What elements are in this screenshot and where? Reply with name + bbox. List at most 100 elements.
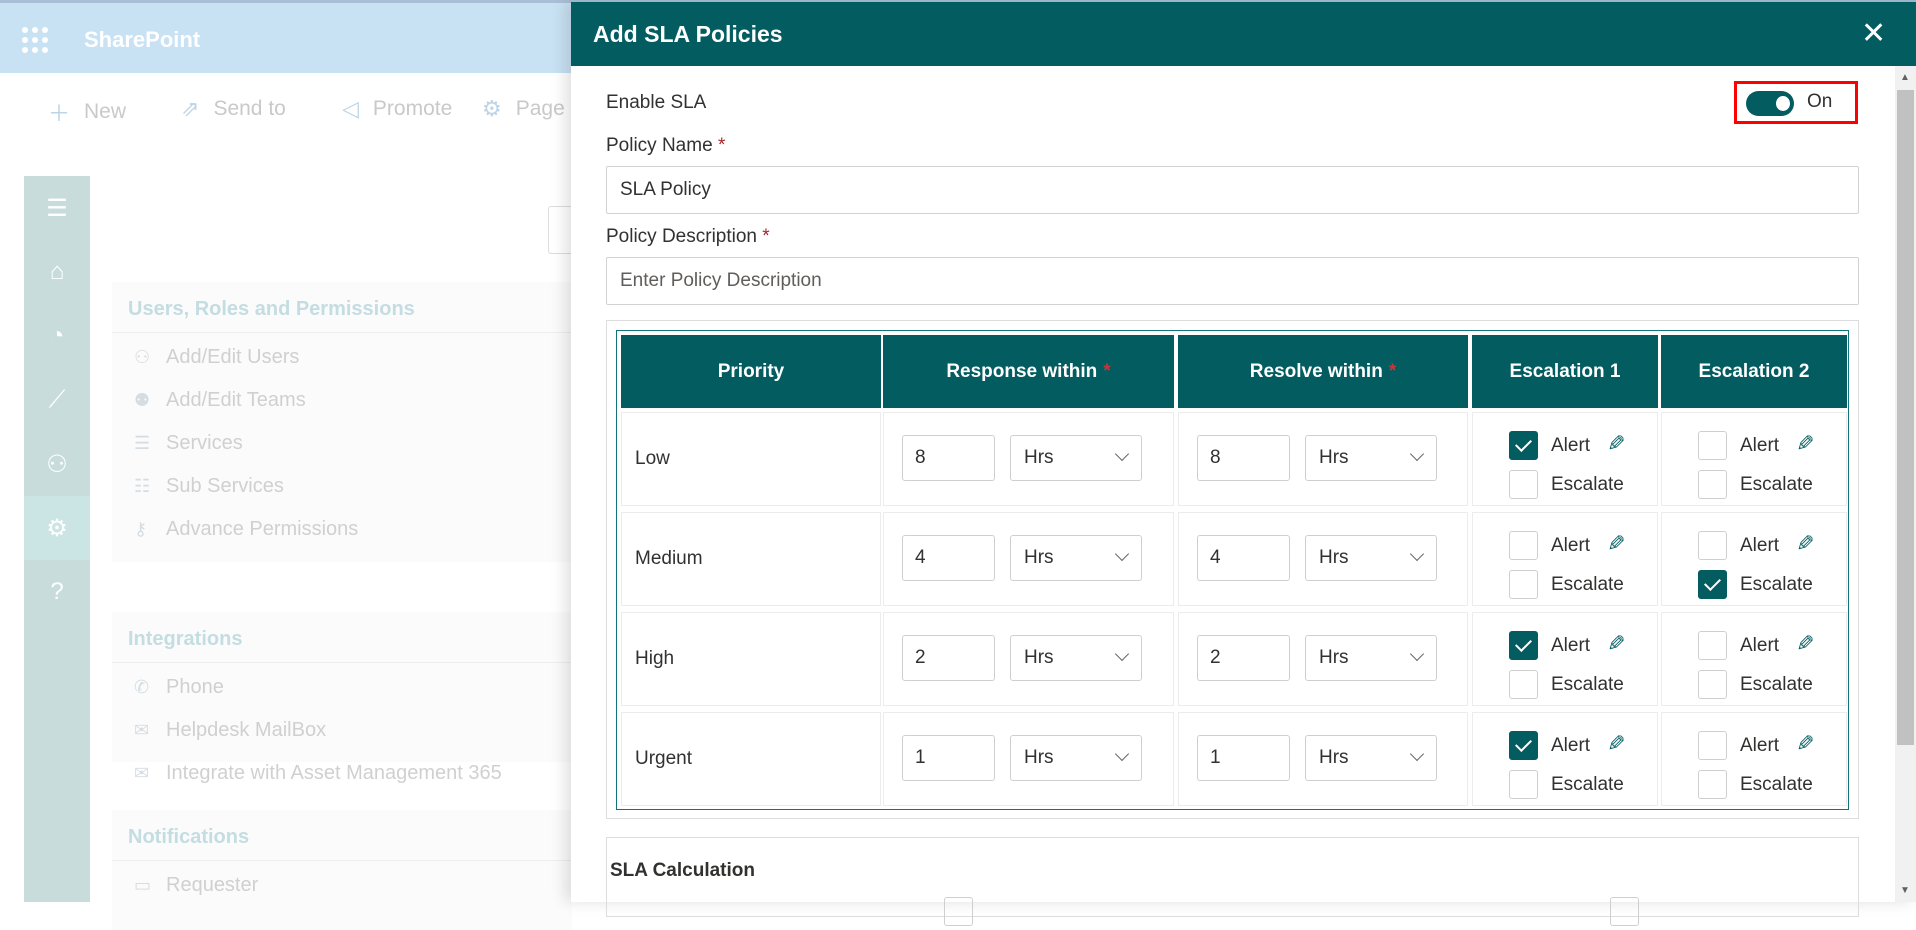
scrollbar-thumb[interactable]	[1897, 90, 1914, 745]
section-link[interactable]: ⚷ Advance Permissions	[134, 518, 358, 541]
response-value-input[interactable]: 4	[902, 535, 995, 581]
escalation-1-alert-checkbox[interactable]	[1509, 731, 1538, 760]
escalation-1-alert-checkbox[interactable]	[1509, 531, 1538, 560]
enable-sla-toggle[interactable]	[1746, 91, 1794, 116]
resolve-unit-dropdown[interactable]: Hrs	[1305, 735, 1437, 781]
escalation-1-escalate-checkbox[interactable]	[1509, 470, 1538, 499]
home-icon[interactable]: ⌂	[24, 240, 90, 304]
priority-label: Low	[635, 448, 670, 469]
response-value-input[interactable]: 8	[902, 435, 995, 481]
section-link-label: Requester	[166, 874, 259, 896]
escalation-1-escalate-checkbox[interactable]	[1509, 770, 1538, 799]
edit-pencil-icon[interactable]: ✎	[1796, 629, 1814, 658]
section-link[interactable]: ▭ Requester	[134, 874, 258, 897]
dropdown-value: Hrs	[1319, 547, 1349, 568]
response-unit-dropdown[interactable]: Hrs	[1010, 635, 1142, 681]
gear-icon[interactable]: ⚙	[24, 496, 90, 560]
section-link-label: Add/Edit Users	[166, 346, 300, 368]
resolve-value-input[interactable]: 4	[1197, 535, 1290, 581]
escalation-2-escalate-checkbox[interactable]	[1698, 770, 1727, 799]
section-link[interactable]: ✉ Helpdesk MailBox	[134, 719, 326, 742]
response-value-input[interactable]: 1	[902, 735, 995, 781]
section-link-label: Integrate with Asset Management 365	[166, 762, 502, 784]
edit-pencil-icon[interactable]: ✎	[1607, 729, 1625, 758]
panel-scrollbar[interactable]: ▲ ▼	[1895, 66, 1916, 902]
resolve-value-input[interactable]: 2	[1197, 635, 1290, 681]
sla-calculation-label: SLA Calculation	[610, 860, 755, 881]
promote-button[interactable]: ◁ Promote	[342, 96, 452, 122]
section-link[interactable]: ✆ Phone	[134, 676, 224, 699]
mail-icon: ✉	[134, 720, 150, 740]
resolve-unit-dropdown[interactable]: Hrs	[1305, 635, 1437, 681]
teams-icon: ⚉	[134, 390, 151, 410]
page-button[interactable]: ⚙ Page	[482, 96, 565, 122]
required-mark: *	[1103, 360, 1111, 382]
resolve-unit-dropdown[interactable]: Hrs	[1305, 535, 1437, 581]
escalation-1-alert-checkbox[interactable]	[1509, 431, 1538, 460]
chart-icon[interactable]: ⟋	[24, 368, 90, 432]
escalation-2-alert-checkbox[interactable]	[1698, 531, 1727, 560]
dashboard-icon[interactable]: ◔	[24, 304, 90, 368]
section-link[interactable]: ☷ Sub Services	[134, 475, 284, 498]
section-link[interactable]: ⚇ Add/Edit Users	[134, 346, 299, 369]
table-cell-resolve-within: 8 Hrs	[1178, 412, 1468, 506]
response-unit-dropdown[interactable]: Hrs	[1010, 535, 1142, 581]
section-link-label: Sub Services	[166, 475, 284, 497]
section-title: Integrations	[128, 628, 243, 650]
toggle-state-label: On	[1807, 91, 1833, 112]
plus-icon: ＋	[48, 101, 71, 126]
response-unit-dropdown[interactable]: Hrs	[1010, 735, 1142, 781]
alert-label: Alert	[1740, 735, 1780, 756]
section-divider	[112, 860, 572, 861]
escalation-1-escalate-checkbox[interactable]	[1509, 570, 1538, 599]
table-cell-priority: High	[621, 612, 881, 706]
escalation-2-escalate-checkbox[interactable]	[1698, 470, 1727, 499]
escalation-1-alert-checkbox[interactable]	[1509, 631, 1538, 660]
edit-pencil-icon[interactable]: ✎	[1607, 629, 1625, 658]
scroll-down-icon[interactable]: ▼	[1900, 885, 1910, 896]
section-link[interactable]: ✉ Integrate with Asset Management 365	[134, 762, 502, 785]
user-group-icon[interactable]: ⚇	[24, 432, 90, 496]
gear-icon: ⚙	[482, 96, 502, 121]
sla-calculation-checkbox[interactable]	[1610, 897, 1639, 926]
column-header-label: Escalation 1	[1509, 360, 1621, 382]
app-title[interactable]: SharePoint	[84, 27, 200, 53]
alert-label: Alert	[1740, 435, 1780, 456]
settings-section: Notifications ▭ Requester	[112, 810, 572, 930]
panel-title: Add SLA Policies	[593, 21, 783, 47]
edit-pencil-icon[interactable]: ✎	[1607, 429, 1625, 458]
left-rail: ☰ ⌂ ◔ ⟋ ⚇ ⚙ ?	[24, 176, 90, 902]
megaphone-icon: ◁	[342, 96, 359, 121]
resolve-value-input[interactable]: 8	[1197, 435, 1290, 481]
new-button[interactable]: ＋ New	[48, 96, 126, 128]
table-cell-priority: Medium	[621, 512, 881, 606]
escalation-2-alert-checkbox[interactable]	[1698, 631, 1727, 660]
section-title: Users, Roles and Permissions	[128, 298, 415, 320]
escalation-2-escalate-checkbox[interactable]	[1698, 670, 1727, 699]
resolve-value-input[interactable]: 1	[1197, 735, 1290, 781]
escalation-2-alert-checkbox[interactable]	[1698, 731, 1727, 760]
edit-pencil-icon[interactable]: ✎	[1796, 729, 1814, 758]
edit-pencil-icon[interactable]: ✎	[1796, 529, 1814, 558]
escalation-2-alert-checkbox[interactable]	[1698, 431, 1727, 460]
section-link[interactable]: ☰ Services	[134, 432, 243, 455]
close-icon[interactable]: ✕	[1861, 16, 1886, 51]
policy-name-label-text: Policy Name	[606, 135, 713, 156]
resolve-unit-dropdown[interactable]: Hrs	[1305, 435, 1437, 481]
app-launcher-icon[interactable]	[22, 27, 48, 53]
table-cell-escalation-2: Alert Escalate ✎	[1661, 612, 1847, 706]
response-value-input[interactable]: 2	[902, 635, 995, 681]
escalation-2-escalate-checkbox[interactable]	[1698, 570, 1727, 599]
policy-name-input[interactable]: SLA Policy	[606, 166, 1859, 214]
escalation-1-escalate-checkbox[interactable]	[1509, 670, 1538, 699]
send-to-button[interactable]: ⇗ Send to	[181, 96, 286, 122]
sla-calculation-checkbox[interactable]	[944, 897, 973, 926]
menu-icon[interactable]: ☰	[24, 176, 90, 240]
section-link[interactable]: ⚉ Add/Edit Teams	[134, 389, 306, 412]
policy-description-input[interactable]: Enter Policy Description	[606, 257, 1859, 305]
scroll-up-icon[interactable]: ▲	[1900, 72, 1910, 83]
edit-pencil-icon[interactable]: ✎	[1796, 429, 1814, 458]
response-unit-dropdown[interactable]: Hrs	[1010, 435, 1142, 481]
edit-pencil-icon[interactable]: ✎	[1607, 529, 1625, 558]
help-icon[interactable]: ?	[24, 560, 90, 624]
